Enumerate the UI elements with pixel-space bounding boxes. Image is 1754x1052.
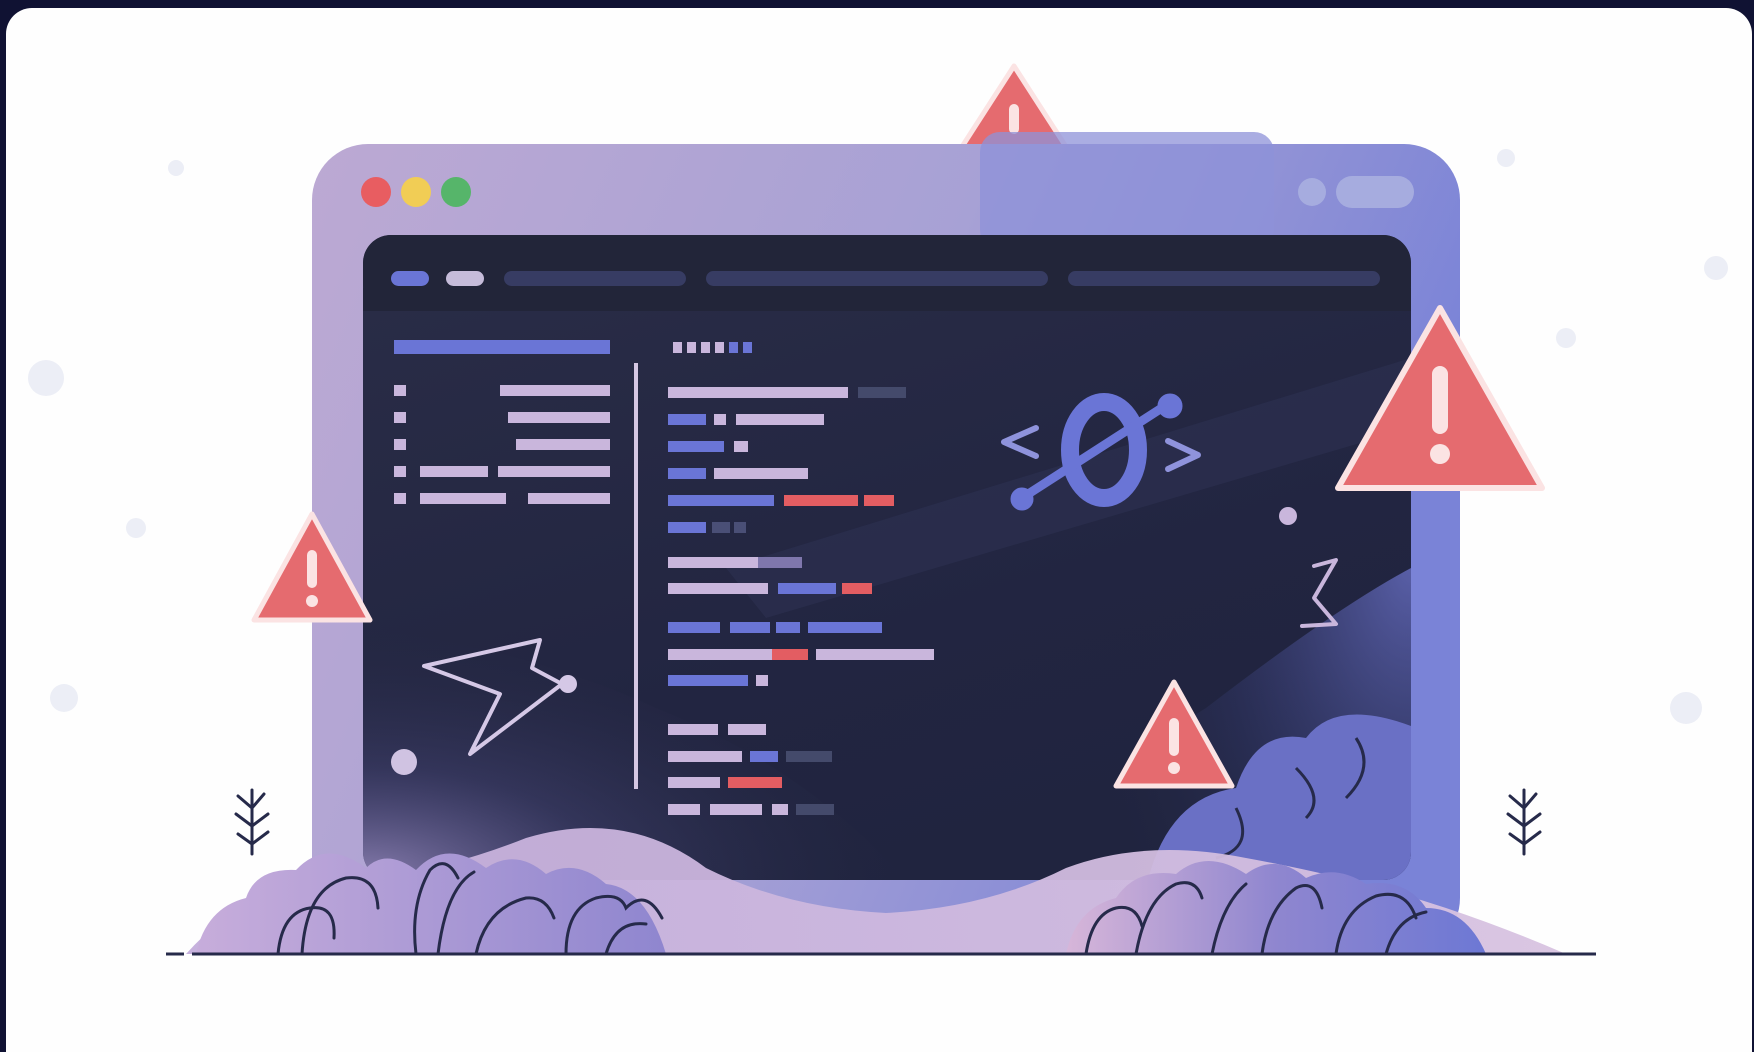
sprout-icon xyxy=(234,788,270,856)
illustration-card xyxy=(6,8,1752,1052)
toolbar-pill-active[interactable] xyxy=(391,271,429,286)
decor-dot xyxy=(1279,507,1297,525)
address-pill[interactable] xyxy=(1336,176,1414,208)
toolbar-tab-1[interactable] xyxy=(504,271,686,286)
settings-icon[interactable] xyxy=(1298,178,1326,206)
close-dot[interactable] xyxy=(361,177,391,207)
browser-tab xyxy=(980,132,1274,250)
minimize-dot[interactable] xyxy=(401,177,431,207)
toolbar-tab-2[interactable] xyxy=(706,271,1048,286)
decor-dot xyxy=(391,749,417,775)
maximize-dot[interactable] xyxy=(441,177,471,207)
sprout-icon xyxy=(1506,788,1542,856)
code-error-illustration xyxy=(28,63,1728,956)
toolbar-tab-3[interactable] xyxy=(1068,271,1380,286)
toolbar-pill[interactable] xyxy=(446,271,484,286)
panel-divider xyxy=(634,363,638,789)
